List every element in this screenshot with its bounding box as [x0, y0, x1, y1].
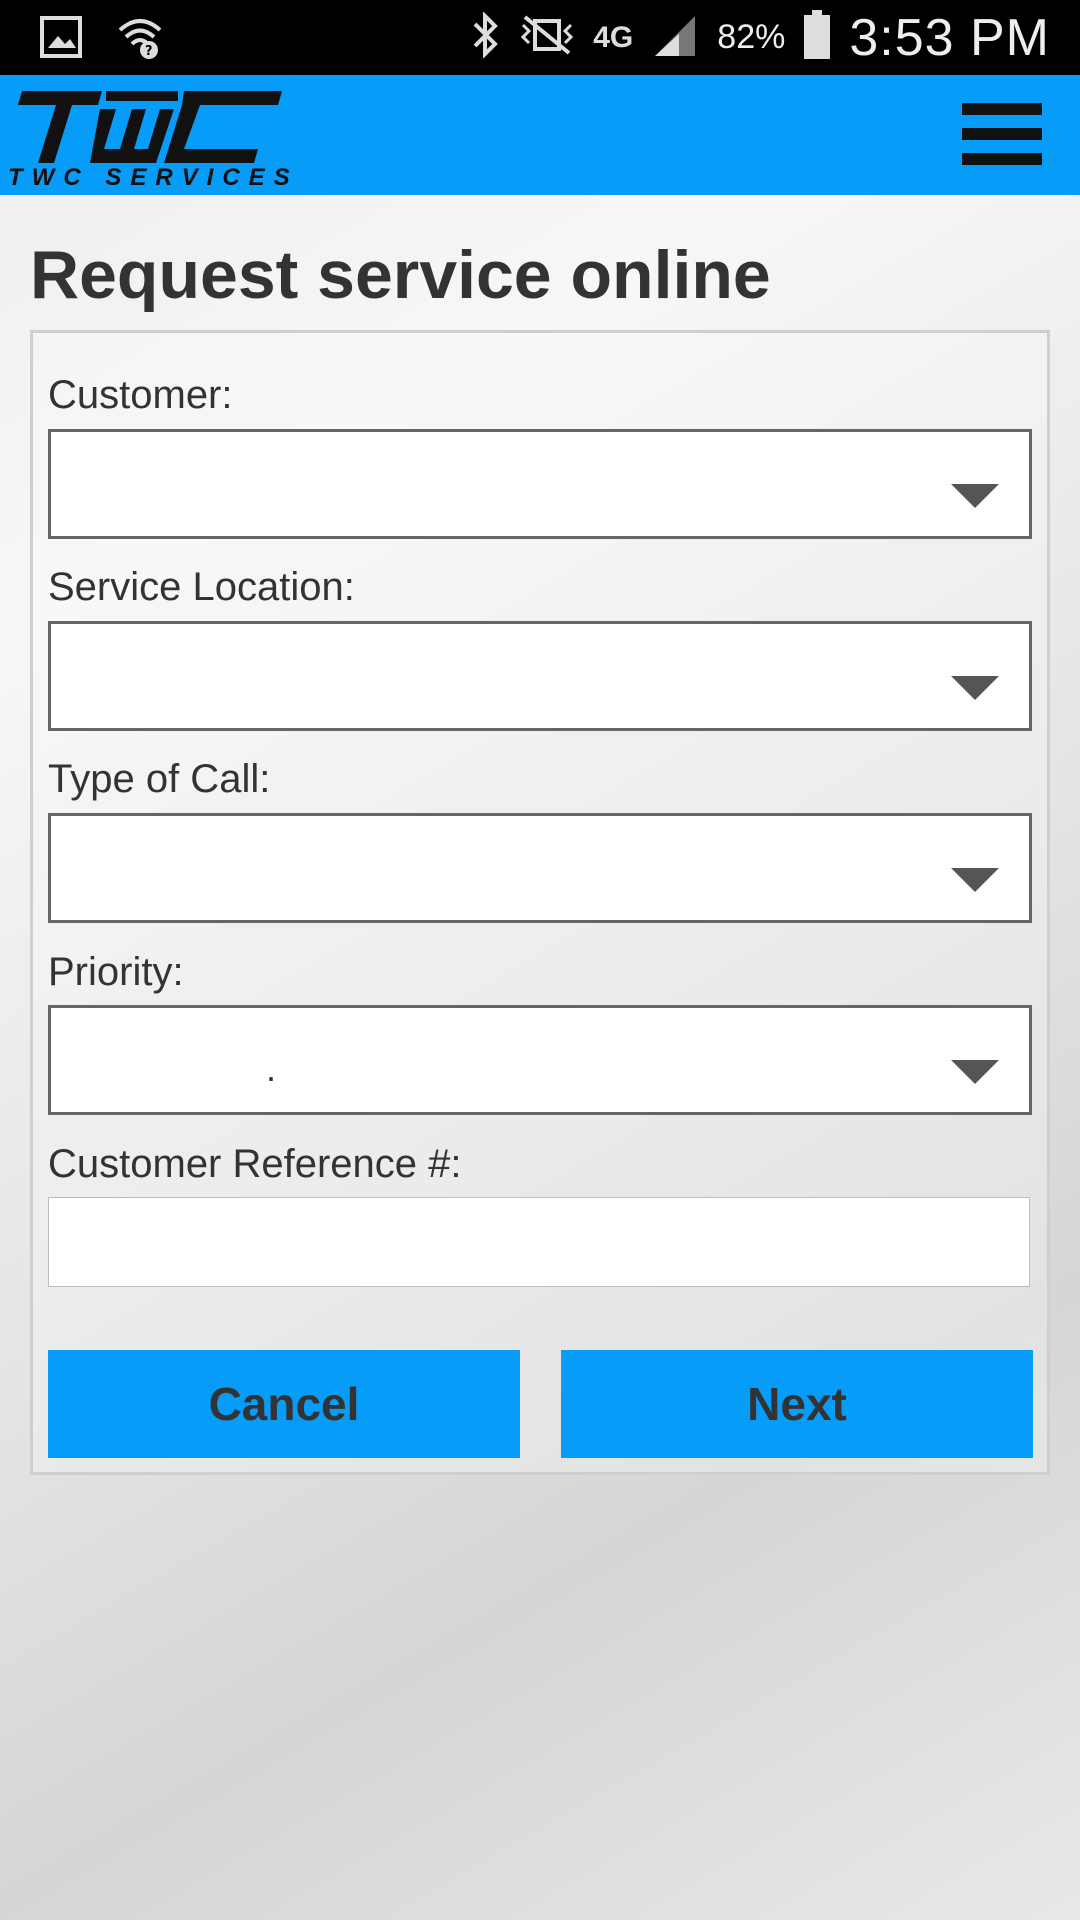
page-title: Request service online [30, 237, 771, 313]
hamburger-menu-icon[interactable] [962, 103, 1042, 165]
battery-percent: 82% [717, 18, 786, 56]
status-bar: ? 4G 82% 3:53 PM [0, 0, 1080, 75]
gallery-icon [40, 16, 82, 63]
chevron-down-icon [951, 868, 999, 892]
status-time: 3:53 PM [849, 8, 1050, 67]
logo-subtitle: TWC SERVICES [8, 164, 299, 191]
signal-icon [651, 12, 699, 63]
customer-label: Customer: [48, 373, 233, 417]
customer-reference-input[interactable] [48, 1197, 1030, 1287]
svg-text:?: ? [145, 44, 153, 59]
chevron-down-icon [951, 1060, 999, 1084]
type-of-call-label: Type of Call: [48, 757, 271, 801]
chevron-down-icon [951, 484, 999, 508]
type-of-call-select[interactable] [48, 813, 1032, 923]
app-header: TWC SERVICES [0, 75, 1080, 195]
bluetooth-icon [471, 11, 501, 63]
next-button[interactable]: Next [561, 1350, 1033, 1458]
service-location-label: Service Location: [48, 565, 355, 609]
cancel-button[interactable]: Cancel [48, 1350, 520, 1458]
priority-label: Priority: [48, 950, 184, 994]
customer-reference-label: Customer Reference #: [48, 1142, 462, 1186]
priority-select-value: . [266, 1048, 277, 1089]
customer-select[interactable] [48, 429, 1032, 539]
priority-select[interactable]: . [48, 1005, 1032, 1115]
battery-icon [803, 10, 831, 65]
wifi-question-icon: ? [116, 14, 164, 65]
service-location-select[interactable] [48, 621, 1032, 731]
chevron-down-icon [951, 676, 999, 700]
network-4g-label: 4G [593, 20, 634, 54]
vibrate-mute-icon [519, 15, 575, 60]
